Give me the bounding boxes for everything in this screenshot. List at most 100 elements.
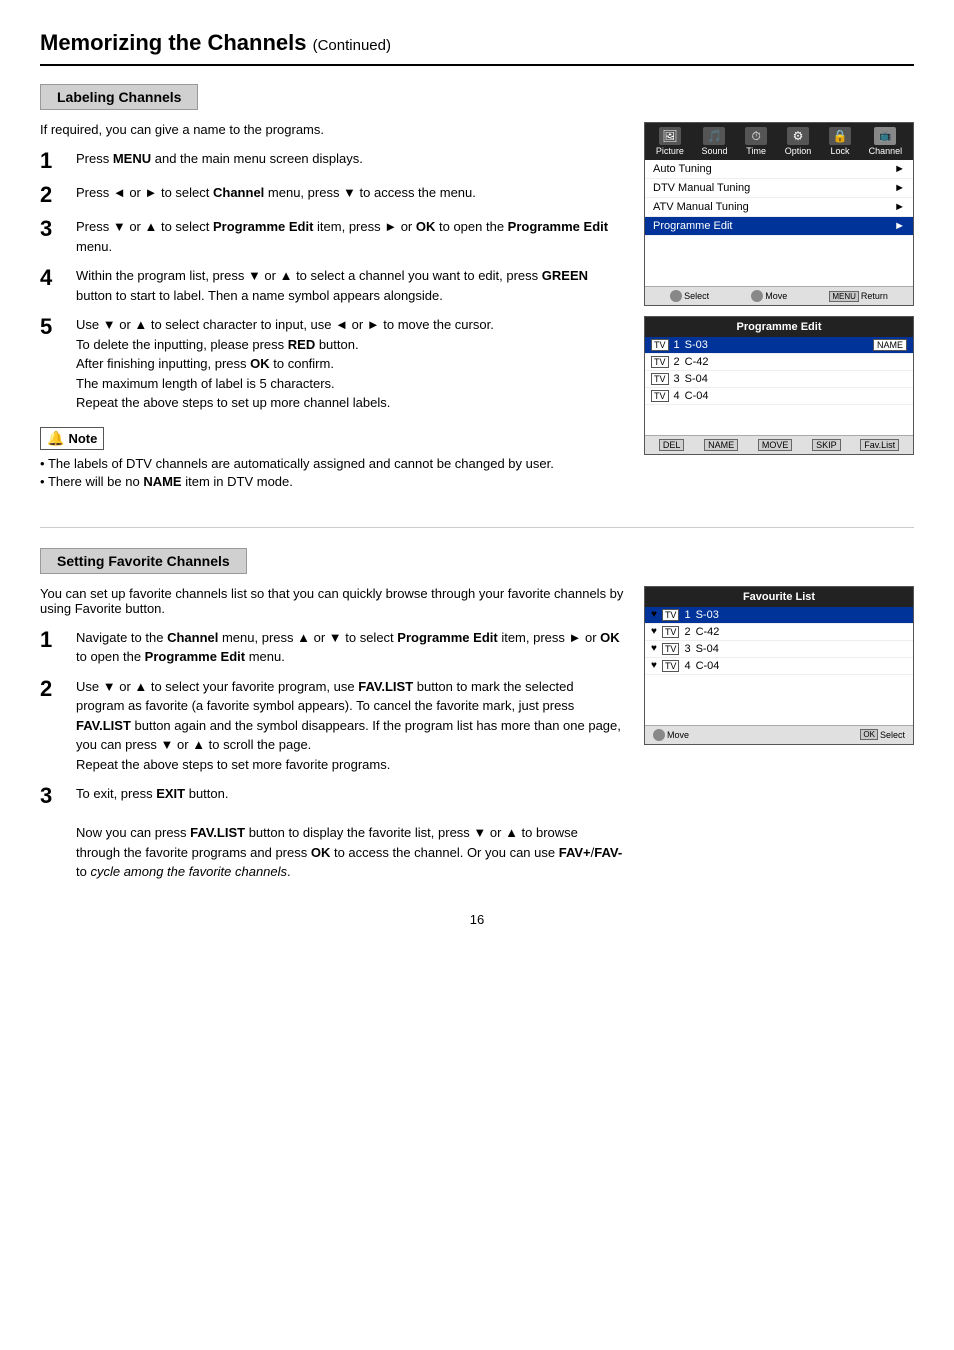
note-items: The labels of DTV channels are automatic… — [40, 456, 624, 489]
menu-tab-channel: 📺 Channel — [869, 127, 903, 156]
prog-row-4: TV 4 C-04 — [645, 388, 913, 405]
continued-text: (Continued) — [313, 37, 391, 54]
section-divider — [40, 527, 914, 528]
favorite-steps: 1 Navigate to the Channel menu, press ▲ … — [40, 628, 624, 882]
move-icon — [653, 729, 665, 741]
favorite-step-1: 1 Navigate to the Channel menu, press ▲ … — [40, 628, 624, 667]
labeling-section-header: Labeling Channels — [40, 84, 198, 110]
step-num: 3 — [40, 784, 62, 808]
tv-badge: TV — [651, 339, 669, 351]
labeling-step-1: 1 Press MENU and the main menu screen di… — [40, 149, 624, 173]
fav-move: Move — [653, 729, 689, 741]
tv-badge: TV — [651, 356, 669, 368]
move-btn: MOVE — [758, 439, 793, 451]
fav-heart-4: ♥ — [651, 660, 657, 671]
fav-row-3: ♥ TV 3 S-04 — [645, 641, 913, 658]
select-btn-icon — [670, 290, 682, 302]
select-btn-icon: OK — [860, 729, 878, 740]
menu-item-auto-tuning: Auto Tuning► — [645, 160, 913, 179]
note-label: Note — [68, 431, 97, 446]
step-body: Use ▼ or ▲ to select your favorite progr… — [76, 677, 624, 775]
fav-heart-2: ♥ — [651, 626, 657, 637]
fav-list-bottom: Move OK Select — [645, 725, 913, 744]
menu-tab-picture: 🖼 Picture — [656, 127, 684, 156]
time-icon: ⏱ — [745, 127, 767, 145]
prog-edit-mockup: Programme Edit TV 1 S-03 NAME TV 2 C-42 … — [644, 316, 914, 455]
favlist-btn: Fav.List — [860, 439, 899, 451]
fav-heart-3: ♥ — [651, 643, 657, 654]
move-btn-icon — [751, 290, 763, 302]
favorite-section: Setting Favorite Channels You can set up… — [40, 548, 914, 892]
note-icon: 🔔 — [47, 430, 64, 447]
note-box: 🔔 Note — [40, 427, 104, 450]
prog-edit-bottom: DEL NAME MOVE SKIP Fav.List — [645, 435, 913, 454]
tv-badge: TV — [651, 390, 669, 402]
prog-row-3: TV 3 S-04 — [645, 371, 913, 388]
favorite-content: You can set up favorite channels list so… — [40, 586, 914, 892]
labeling-text: If required, you can give a name to the … — [40, 122, 624, 507]
fav-row-1: ♥ TV 1 S-03 — [645, 607, 913, 624]
step-body: To exit, press EXIT button. Now you can … — [76, 784, 624, 882]
menu-tab-bar: 🖼 Picture 🎵 Sound ⏱ Time ⚙ Option — [645, 123, 913, 160]
step-num: 3 — [40, 217, 62, 241]
tv-badge: TV — [662, 626, 680, 638]
menu-item-atv: ATV Manual Tuning► — [645, 198, 913, 217]
menu-item-dtv: DTV Manual Tuning► — [645, 179, 913, 198]
menu-item-prog-edit: Programme Edit► — [645, 217, 913, 236]
favorite-section-header: Setting Favorite Channels — [40, 548, 247, 574]
del-btn: DEL — [659, 439, 685, 451]
prog-row-2: TV 2 C-42 — [645, 354, 913, 371]
step-body: Navigate to the Channel menu, press ▲ or… — [76, 628, 624, 667]
fav-heart-1: ♥ — [651, 609, 657, 620]
prog-edit-spacer — [645, 405, 913, 435]
name-badge: NAME — [873, 339, 907, 351]
step-num: 5 — [40, 315, 62, 339]
favorite-intro: You can set up favorite channels list so… — [40, 586, 624, 616]
step-body: Press ◄ or ► to select Channel menu, pre… — [76, 183, 624, 203]
labeling-ui: 🖼 Picture 🎵 Sound ⏱ Time ⚙ Option — [644, 122, 914, 507]
note-item-1: The labels of DTV channels are automatic… — [40, 456, 624, 471]
page-number: 16 — [40, 912, 914, 927]
prog-edit-title: Programme Edit — [645, 317, 913, 337]
channel-icon: 📺 — [874, 127, 896, 145]
tv-badge: TV — [651, 373, 669, 385]
fav-list-mockup: Favourite List ♥ TV 1 S-03 ♥ TV 2 C-42 ♥… — [644, 586, 914, 745]
menu-tab-lock: 🔒 Lock — [829, 127, 851, 156]
note-item-2: There will be no NAME item in DTV mode. — [40, 474, 624, 489]
step-num: 4 — [40, 266, 62, 290]
note-section: 🔔 Note The labels of DTV channels are au… — [40, 427, 624, 489]
labeling-step-2: 2 Press ◄ or ► to select Channel menu, p… — [40, 183, 624, 207]
bottom-select: Select — [670, 290, 709, 302]
tv-badge: TV — [662, 660, 680, 672]
fav-select: OK Select — [860, 729, 905, 741]
sound-icon: 🎵 — [703, 127, 725, 145]
option-icon: ⚙ — [787, 127, 809, 145]
step-body: Press MENU and the main menu screen disp… — [76, 149, 624, 169]
fav-list-title: Favourite List — [645, 587, 913, 607]
favourite-ui: Favourite List ♥ TV 1 S-03 ♥ TV 2 C-42 ♥… — [644, 586, 914, 892]
menu-tab-sound: 🎵 Sound — [701, 127, 727, 156]
favorite-text: You can set up favorite channels list so… — [40, 586, 624, 892]
bottom-return: MENU Return — [829, 290, 888, 302]
favorite-step-2: 2 Use ▼ or ▲ to select your favorite pro… — [40, 677, 624, 775]
picture-icon: 🖼 — [659, 127, 681, 145]
fav-spacer — [645, 675, 913, 725]
labeling-step-3: 3 Press ▼ or ▲ to select Programme Edit … — [40, 217, 624, 256]
labeling-step-4: 4 Within the program list, press ▼ or ▲ … — [40, 266, 624, 305]
menu-tab-option: ⚙ Option — [785, 127, 812, 156]
labeling-steps: 1 Press MENU and the main menu screen di… — [40, 149, 624, 413]
fav-row-4: ♥ TV 4 C-04 — [645, 658, 913, 675]
step-body: Use ▼ or ▲ to select character to input,… — [76, 315, 624, 413]
lock-icon: 🔒 — [829, 127, 851, 145]
prog-row-1: TV 1 S-03 NAME — [645, 337, 913, 354]
favorite-step-3: 3 To exit, press EXIT button. Now you ca… — [40, 784, 624, 882]
menu-bottom-bar: Select Move MENU Return — [645, 286, 913, 305]
page-title: Memorizing the Channels (Continued) — [40, 30, 914, 66]
labeling-section: Labeling Channels If required, you can g… — [40, 84, 914, 507]
step-num: 1 — [40, 149, 62, 173]
labeling-intro: If required, you can give a name to the … — [40, 122, 624, 137]
step-num: 2 — [40, 183, 62, 207]
step-body: Within the program list, press ▼ or ▲ to… — [76, 266, 624, 305]
name-btn: NAME — [704, 439, 738, 451]
fav-row-2: ♥ TV 2 C-42 — [645, 624, 913, 641]
